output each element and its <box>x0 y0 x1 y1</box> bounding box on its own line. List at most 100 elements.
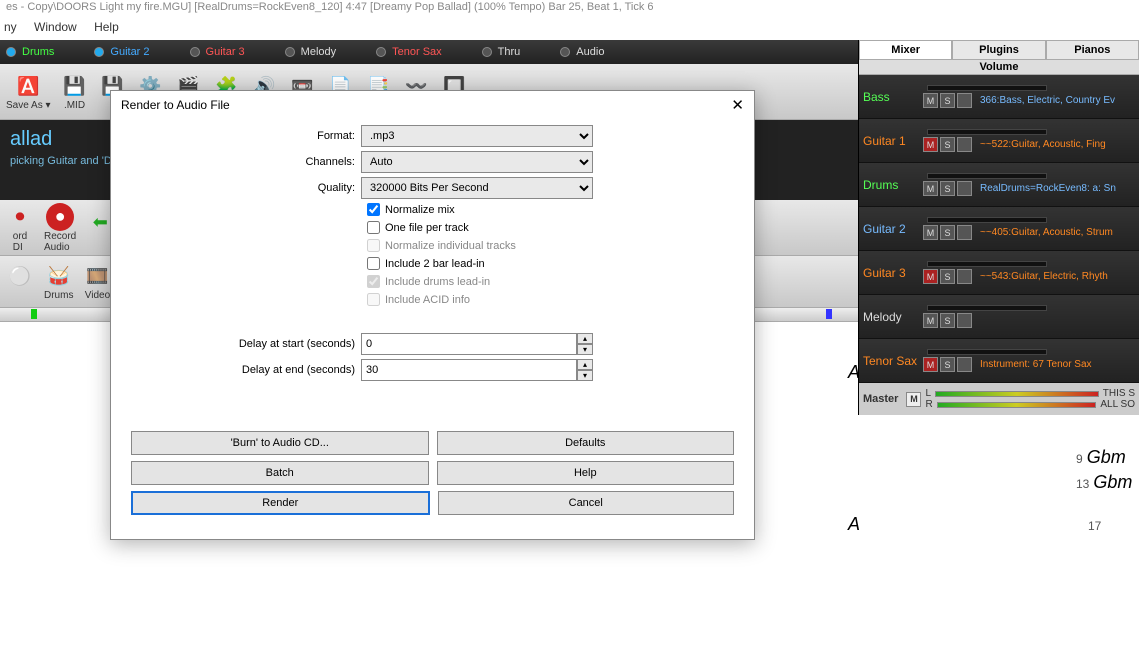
delay-end-input[interactable] <box>361 359 577 381</box>
fx-button[interactable] <box>957 269 972 284</box>
track-label: Guitar 2 <box>110 46 149 58</box>
chord-cell[interactable]: 17 <box>1088 514 1105 535</box>
track-selector-audio[interactable]: Audio <box>560 46 604 58</box>
solo-button[interactable]: S <box>940 137 955 152</box>
pref-button[interactable]: ⚪ <box>6 262 34 301</box>
track-selector-drums[interactable]: Drums <box>6 46 54 58</box>
record-midi-button[interactable]: ⏺ord DI <box>6 203 34 253</box>
volume-slider[interactable] <box>927 261 1047 267</box>
chord-cell[interactable]: 13Gbm <box>1076 472 1132 493</box>
drums-button[interactable]: 🥁Drums <box>44 262 73 301</box>
track-label: Tenor Sax <box>392 46 442 58</box>
track-selector-melody[interactable]: Melody <box>285 46 336 58</box>
quality-select[interactable]: 320000 Bits Per Second <box>361 177 593 199</box>
track-label: Melody <box>301 46 336 58</box>
normalize-ind-check <box>367 239 380 252</box>
chord-cell[interactable]: A <box>848 514 860 535</box>
mixer-track-guitar-2[interactable]: Guitar 2 M S ~~405:Guitar, Acoustic, Str… <box>859 207 1139 251</box>
solo-button[interactable]: S <box>940 357 955 372</box>
solo-button[interactable]: S <box>940 269 955 284</box>
mixer-panel: Mixer Plugins Pianos Volume Bass M S 366… <box>858 40 1139 415</box>
saveas-button[interactable]: 🅰️ Save As ▾ <box>6 72 51 111</box>
fx-button[interactable] <box>957 137 972 152</box>
volume-slider[interactable] <box>927 217 1047 223</box>
mixer-track-guitar-3[interactable]: Guitar 3 M S ~~543:Guitar, Electric, Rhy… <box>859 251 1139 295</box>
one-file-label: One file per track <box>385 222 469 234</box>
track-name: Guitar 1 <box>859 134 923 148</box>
leadin-check[interactable] <box>367 257 380 270</box>
radio-icon <box>285 47 295 57</box>
track-name: Melody <box>859 310 923 324</box>
delay-end-up[interactable]: ▴ <box>577 359 593 370</box>
volume-slider[interactable] <box>927 129 1047 135</box>
mute-button[interactable]: M <box>923 181 938 196</box>
delay-start-label: Delay at start (seconds) <box>131 338 361 350</box>
format-select[interactable]: .mp3 <box>361 125 593 147</box>
solo-button[interactable]: S <box>940 313 955 328</box>
fx-button[interactable] <box>957 181 972 196</box>
master-this[interactable]: THIS S <box>1103 388 1135 399</box>
mixer-track-guitar-1[interactable]: Guitar 1 M S ~~522:Guitar, Acoustic, Fin… <box>859 119 1139 163</box>
menu-window[interactable]: Window <box>34 20 77 34</box>
mute-button[interactable]: M <box>923 225 938 240</box>
solo-button[interactable]: S <box>940 225 955 240</box>
volume-slider[interactable] <box>927 305 1047 311</box>
acid-check <box>367 293 380 306</box>
one-file-check[interactable] <box>367 221 380 234</box>
save-midi-button[interactable]: 💾 .MID <box>61 72 89 111</box>
radio-icon <box>482 47 492 57</box>
video-button[interactable]: 🎞️Video <box>83 262 111 301</box>
channels-select[interactable]: Auto <box>361 151 593 173</box>
help-button[interactable]: Help <box>437 461 735 485</box>
fx-button[interactable] <box>957 93 972 108</box>
master-r-label: R <box>925 399 932 410</box>
fx-button[interactable] <box>957 313 972 328</box>
start-marker[interactable] <box>31 309 37 319</box>
solo-button[interactable]: S <box>940 93 955 108</box>
mixer-track-bass[interactable]: Bass M S 366:Bass, Electric, Country Ev <box>859 75 1139 119</box>
tab-plugins[interactable]: Plugins <box>952 40 1045 60</box>
delay-start-input[interactable] <box>361 333 577 355</box>
render-button[interactable]: Render <box>131 491 430 515</box>
menu-help[interactable]: Help <box>94 20 119 34</box>
tab-pianos[interactable]: Pianos <box>1046 40 1139 60</box>
mute-button[interactable]: M <box>923 313 938 328</box>
quality-label: Quality: <box>131 182 361 194</box>
volume-slider[interactable] <box>927 349 1047 355</box>
track-selector-guitar-2[interactable]: Guitar 2 <box>94 46 149 58</box>
fx-button[interactable] <box>957 225 972 240</box>
delay-start-up[interactable]: ▴ <box>577 333 593 344</box>
mute-button[interactable]: M <box>923 269 938 284</box>
mute-button[interactable]: M <box>923 93 938 108</box>
mixer-tabs: Mixer Plugins Pianos <box>859 40 1139 60</box>
volume-slider[interactable] <box>927 173 1047 179</box>
defaults-button[interactable]: Defaults <box>437 431 735 455</box>
batch-button[interactable]: Batch <box>131 461 429 485</box>
track-selector-thru[interactable]: Thru <box>482 46 521 58</box>
normalize-mix-check[interactable] <box>367 203 380 216</box>
delay-end-down[interactable]: ▾ <box>577 370 593 381</box>
mute-button[interactable]: M <box>923 137 938 152</box>
master-all[interactable]: ALL SO <box>1100 399 1135 410</box>
tab-mixer[interactable]: Mixer <box>859 40 952 60</box>
format-label: Format: <box>131 130 361 142</box>
volume-header: Volume <box>859 60 1139 75</box>
playhead-marker[interactable] <box>826 309 832 319</box>
delay-start-down[interactable]: ▾ <box>577 344 593 355</box>
mixer-track-tenor-sax[interactable]: Tenor Sax M S Instrument: 67 Tenor Sax <box>859 339 1139 383</box>
solo-button[interactable]: S <box>940 181 955 196</box>
track-selector-guitar-3[interactable]: Guitar 3 <box>190 46 245 58</box>
track-selector-tenor-sax[interactable]: Tenor Sax <box>376 46 442 58</box>
chord-cell[interactable]: 9Gbm <box>1076 447 1126 468</box>
mixer-track-drums[interactable]: Drums M S RealDrums=RockEven8: a: Sn <box>859 163 1139 207</box>
mixer-track-melody[interactable]: Melody M S <box>859 295 1139 339</box>
master-mute[interactable]: M <box>906 392 921 407</box>
burn-button[interactable]: 'Burn' to Audio CD... <box>131 431 429 455</box>
record-audio-button[interactable]: ●Record Audio <box>44 203 76 253</box>
mute-button[interactable]: M <box>923 357 938 372</box>
volume-slider[interactable] <box>927 85 1047 91</box>
cancel-button[interactable]: Cancel <box>438 491 735 515</box>
fx-button[interactable] <box>957 357 972 372</box>
close-icon[interactable]: ✕ <box>731 96 744 114</box>
menu-harmony[interactable]: ny <box>4 20 17 34</box>
